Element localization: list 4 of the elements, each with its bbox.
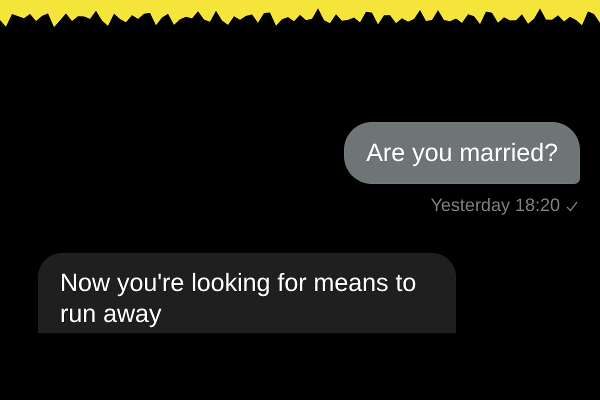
checkmark-icon xyxy=(566,200,578,212)
received-message-bubble: Now you're looking for means to run away xyxy=(38,253,456,333)
sent-message-bubble: Are you married? xyxy=(344,122,580,184)
message-timestamp: Yesterday 18:20 xyxy=(430,194,560,217)
